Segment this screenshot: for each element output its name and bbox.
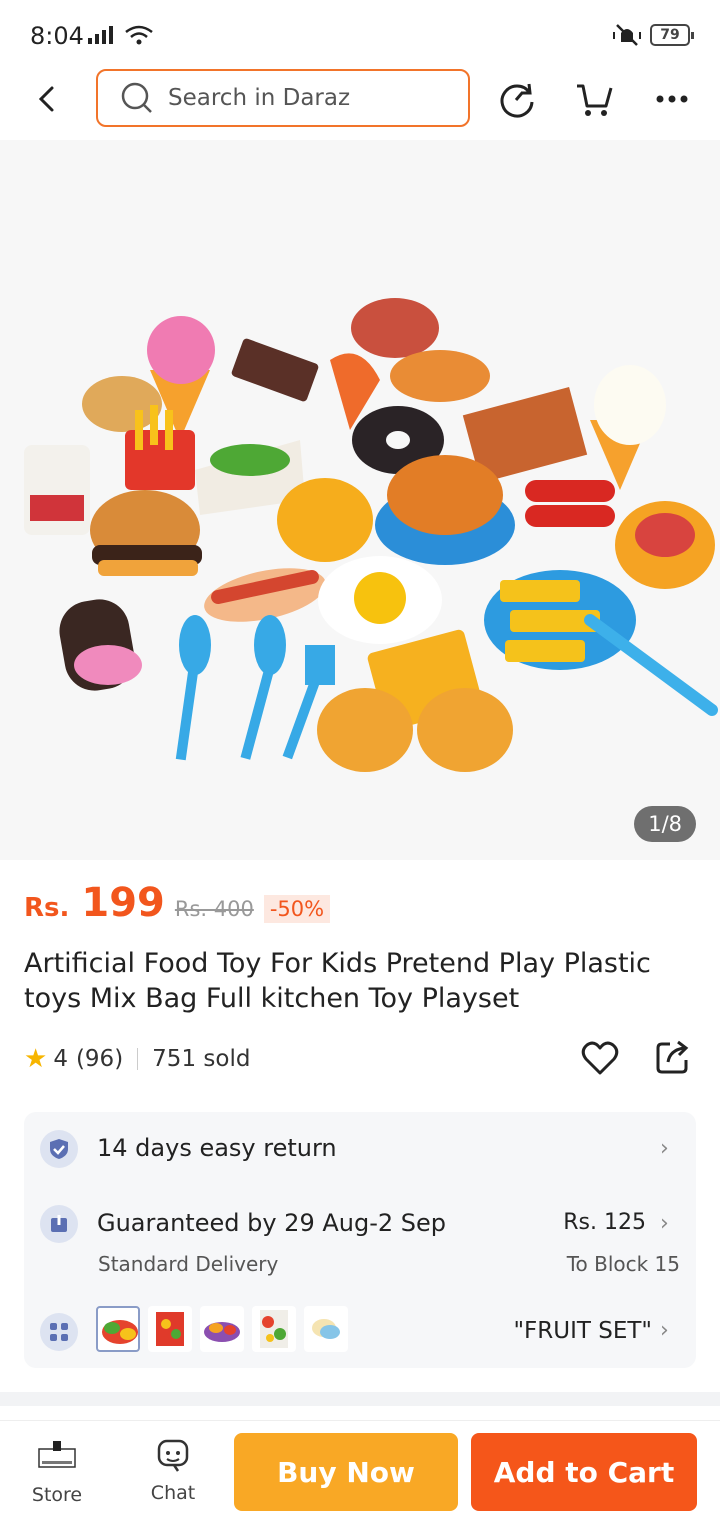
section-divider xyxy=(0,1392,720,1406)
service-info-card: 14 days easy return › Guaranteed by 29 A… xyxy=(24,1112,696,1368)
product-photo xyxy=(24,298,718,772)
bottom-action-bar: Store Chat Buy Now Add to Cart xyxy=(0,1420,720,1520)
top-bar: Search in Daraz xyxy=(0,64,720,140)
delivery-type-text: Standard Delivery xyxy=(98,1252,279,1276)
variant-thumbnail[interactable] xyxy=(304,1306,348,1352)
variant-thumbnails xyxy=(96,1306,348,1352)
return-policy-text[interactable]: 14 days easy return xyxy=(97,1134,337,1162)
variant-thumbnail[interactable] xyxy=(200,1306,244,1352)
add-to-cart-button[interactable]: Add to Cart xyxy=(471,1433,697,1511)
variants-grid-icon xyxy=(40,1313,78,1351)
vibrate-icon xyxy=(613,24,641,46)
cart-icon[interactable] xyxy=(574,78,616,120)
separator xyxy=(137,1048,139,1070)
rating-row: ★ 4 (96) 751 sold xyxy=(24,1036,696,1082)
delivery-fee: Rs. 125 xyxy=(563,1210,646,1235)
star-icon: ★ xyxy=(24,1044,48,1074)
search-icon xyxy=(121,82,152,113)
buy-now-button[interactable]: Buy Now xyxy=(234,1433,458,1511)
wishlist-heart-icon[interactable] xyxy=(580,1038,620,1078)
chevron-right-icon[interactable]: › xyxy=(660,1318,669,1343)
more-icon[interactable] xyxy=(651,78,693,120)
price-row: Rs. 199 Rs. 400 -50% xyxy=(24,880,331,936)
image-counter: 1/8 xyxy=(634,806,696,842)
selected-variant[interactable]: "FRUIT SET" xyxy=(513,1318,652,1344)
delivery-location[interactable]: To Block 15 xyxy=(567,1252,680,1276)
status-time: 8:04 xyxy=(30,22,84,50)
chat-icon xyxy=(157,1439,189,1472)
status-bar: 8:04 79 xyxy=(0,0,720,64)
original-price: Rs. 400 xyxy=(174,897,254,921)
history-icon[interactable] xyxy=(496,78,538,120)
chat-button[interactable]: Chat xyxy=(128,1437,218,1504)
store-label: Store xyxy=(31,1484,83,1506)
delivery-box-icon xyxy=(40,1205,78,1243)
price-currency: Rs. xyxy=(24,893,70,923)
store-button[interactable]: Store xyxy=(12,1437,102,1506)
signal-icon xyxy=(88,26,113,44)
variant-thumbnail[interactable] xyxy=(148,1306,192,1352)
chevron-right-icon[interactable]: › xyxy=(660,1211,669,1236)
product-title: Artificial Food Toy For Kids Pretend Pla… xyxy=(24,948,651,1014)
back-icon[interactable] xyxy=(30,82,64,116)
battery-indicator: 79 xyxy=(650,24,694,46)
variant-thumbnail[interactable] xyxy=(252,1306,296,1352)
wifi-icon xyxy=(125,25,153,45)
return-shield-icon xyxy=(40,1130,78,1168)
product-image[interactable]: 1/8 xyxy=(0,140,720,860)
share-icon[interactable] xyxy=(654,1038,692,1076)
rating-value[interactable]: 4 xyxy=(53,1046,68,1072)
delivery-guarantee-text[interactable]: Guaranteed by 29 Aug-2 Sep xyxy=(97,1209,446,1237)
search-placeholder: Search in Daraz xyxy=(168,85,351,111)
rating-count[interactable]: (96) xyxy=(76,1046,123,1072)
chevron-right-icon[interactable]: › xyxy=(660,1136,669,1161)
price-value: 199 xyxy=(81,880,165,926)
search-input[interactable]: Search in Daraz xyxy=(96,69,470,127)
chat-label: Chat xyxy=(150,1482,196,1504)
sold-count: 751 sold xyxy=(152,1046,251,1072)
variant-thumbnail[interactable] xyxy=(96,1306,140,1352)
store-logo-icon xyxy=(38,1441,76,1468)
discount-badge: -50% xyxy=(263,895,331,923)
